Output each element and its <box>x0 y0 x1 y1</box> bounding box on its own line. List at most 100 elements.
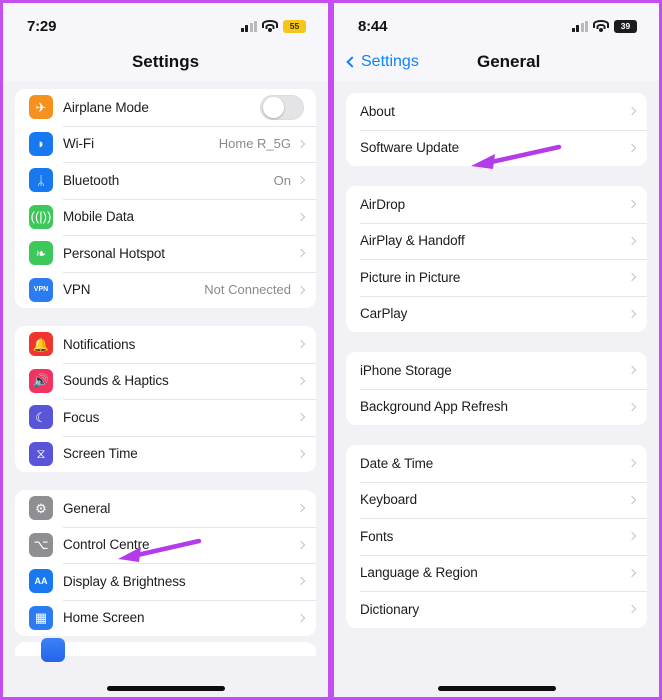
row-label: Keyboard <box>360 492 417 508</box>
row-label: Language & Region <box>360 565 478 581</box>
row-label: About <box>360 103 395 119</box>
airplane-icon: ✈ <box>29 95 53 120</box>
chevron-right-icon <box>627 366 637 375</box>
vpn-icon: VPN <box>29 277 53 302</box>
row-label: Date & Time <box>360 455 434 471</box>
row-value: On <box>273 172 291 188</box>
row-label: Bluetooth <box>63 172 120 188</box>
row-value: Not Connected <box>204 282 291 298</box>
row-vpn[interactable]: VPN VPN Not Connected <box>15 271 316 309</box>
notifications-bell-icon: 🔔 <box>29 332 53 357</box>
row-software-update[interactable]: Software Update <box>346 129 647 167</box>
chevron-right-icon <box>296 139 306 148</box>
page-title: General <box>477 52 541 71</box>
chevron-right-icon <box>296 577 306 586</box>
row-label: Sounds & Haptics <box>63 373 169 389</box>
row-mobile-data[interactable]: ((|)) Mobile Data <box>15 198 316 236</box>
status-time: 8:44 <box>358 17 388 35</box>
wifi-icon: ◗ <box>29 131 53 156</box>
row-airdrop[interactable]: AirDrop <box>346 186 647 223</box>
row-label: Dictionary <box>360 601 420 617</box>
row-label: Home Screen <box>63 610 145 626</box>
wifi-icon <box>593 20 609 32</box>
status-time: 7:29 <box>27 17 57 35</box>
row-carplay[interactable]: CarPlay <box>346 295 647 333</box>
chevron-right-icon <box>627 236 637 245</box>
row-display-brightness[interactable]: AA Display & Brightness <box>15 563 316 600</box>
row-airplane-mode[interactable]: ✈ Airplane Mode <box>15 89 316 126</box>
row-focus[interactable]: ☾ Focus <box>15 399 316 436</box>
home-indicator <box>106 686 225 691</box>
row-screen-time[interactable]: ⧖ Screen Time <box>15 435 316 473</box>
chevron-right-icon <box>627 402 637 411</box>
wifi-icon <box>262 20 278 32</box>
row-label: Software Update <box>360 140 460 156</box>
row-language-region[interactable]: Language & Region <box>346 554 647 592</box>
row-label: Picture in Picture <box>360 269 461 285</box>
row-label: Airplane Mode <box>63 99 149 115</box>
general-group-about-update: About Software Update <box>346 93 647 166</box>
airplane-mode-toggle[interactable] <box>260 94 304 120</box>
back-button-label: Settings <box>361 53 419 70</box>
partial-row-icon <box>41 638 65 662</box>
row-dictionary[interactable]: Dictionary <box>346 591 647 628</box>
row-label: General <box>63 500 111 516</box>
sounds-speaker-icon: 🔊 <box>29 368 53 393</box>
row-label: Screen Time <box>63 446 138 462</box>
chevron-right-icon <box>627 568 637 577</box>
row-label: Mobile Data <box>63 209 134 225</box>
row-keyboard[interactable]: Keyboard <box>346 481 647 519</box>
row-date-time[interactable]: Date & Time <box>346 445 647 482</box>
row-notifications[interactable]: 🔔 Notifications <box>15 326 316 363</box>
chevron-right-icon <box>627 605 637 614</box>
row-label: Wi-Fi <box>63 136 94 152</box>
chevron-right-icon <box>296 613 306 622</box>
home-screen-icon: ▦ <box>29 605 53 630</box>
row-label: iPhone Storage <box>360 362 452 378</box>
gear-icon: ⚙ <box>29 496 53 521</box>
chevron-right-icon <box>296 285 306 294</box>
row-fonts[interactable]: Fonts <box>346 518 647 555</box>
row-label: Personal Hotspot <box>63 245 165 261</box>
partial-next-row <box>15 638 316 662</box>
row-sounds-haptics[interactable]: 🔊 Sounds & Haptics <box>15 362 316 400</box>
row-wifi[interactable]: ◗ Wi-Fi Home R_5G <box>15 125 316 163</box>
nav-bar-general: Settings General <box>334 43 659 81</box>
chevron-right-icon <box>627 459 637 468</box>
row-iphone-storage[interactable]: iPhone Storage <box>346 352 647 389</box>
chevron-right-icon <box>296 249 306 258</box>
settings-screen-panel: 7:29 55 Settings ✈ Airplane Mode ◗ Wi-Fi… <box>0 0 331 700</box>
row-label: AirDrop <box>360 196 406 212</box>
battery-indicator: 39 <box>614 19 637 33</box>
chevron-right-icon <box>627 309 637 318</box>
row-label: Control Centre <box>63 537 150 553</box>
cellular-bars-icon <box>571 20 588 32</box>
general-group-storage: iPhone Storage Background App Refresh <box>346 352 647 425</box>
bluetooth-icon: ᛦ <box>29 168 53 193</box>
row-background-app-refresh[interactable]: Background App Refresh <box>346 388 647 426</box>
battery-indicator: 55 <box>283 19 306 33</box>
row-general[interactable]: ⚙ General <box>15 490 316 527</box>
row-label: Notifications <box>63 336 136 352</box>
chevron-left-icon <box>346 56 358 68</box>
row-label: AirPlay & Handoff <box>360 233 465 249</box>
row-label: CarPlay <box>360 306 408 322</box>
settings-group-connectivity: ✈ Airplane Mode ◗ Wi-Fi Home R_5G ᛦ Blue… <box>15 89 316 308</box>
status-bar-right: 8:44 39 <box>334 3 659 43</box>
chevron-right-icon <box>296 504 306 513</box>
back-button-settings[interactable]: Settings <box>346 53 419 71</box>
row-bluetooth[interactable]: ᛦ Bluetooth On <box>15 162 316 199</box>
row-label: VPN <box>63 282 91 298</box>
mobile-data-icon: ((|)) <box>29 204 53 229</box>
row-control-centre[interactable]: ⌥ Control Centre <box>15 526 316 564</box>
row-picture-in-picture[interactable]: Picture in Picture <box>346 259 647 296</box>
row-about[interactable]: About <box>346 93 647 130</box>
row-personal-hotspot[interactable]: ❧ Personal Hotspot <box>15 235 316 272</box>
chevron-right-icon <box>627 107 637 116</box>
chevron-right-icon <box>296 176 306 185</box>
chevron-right-icon <box>627 143 637 152</box>
row-label: Background App Refresh <box>360 399 508 415</box>
general-group-sharing: AirDrop AirPlay & Handoff Picture in Pic… <box>346 186 647 332</box>
row-home-screen[interactable]: ▦ Home Screen <box>15 599 316 637</box>
row-airplay-handoff[interactable]: AirPlay & Handoff <box>346 222 647 260</box>
